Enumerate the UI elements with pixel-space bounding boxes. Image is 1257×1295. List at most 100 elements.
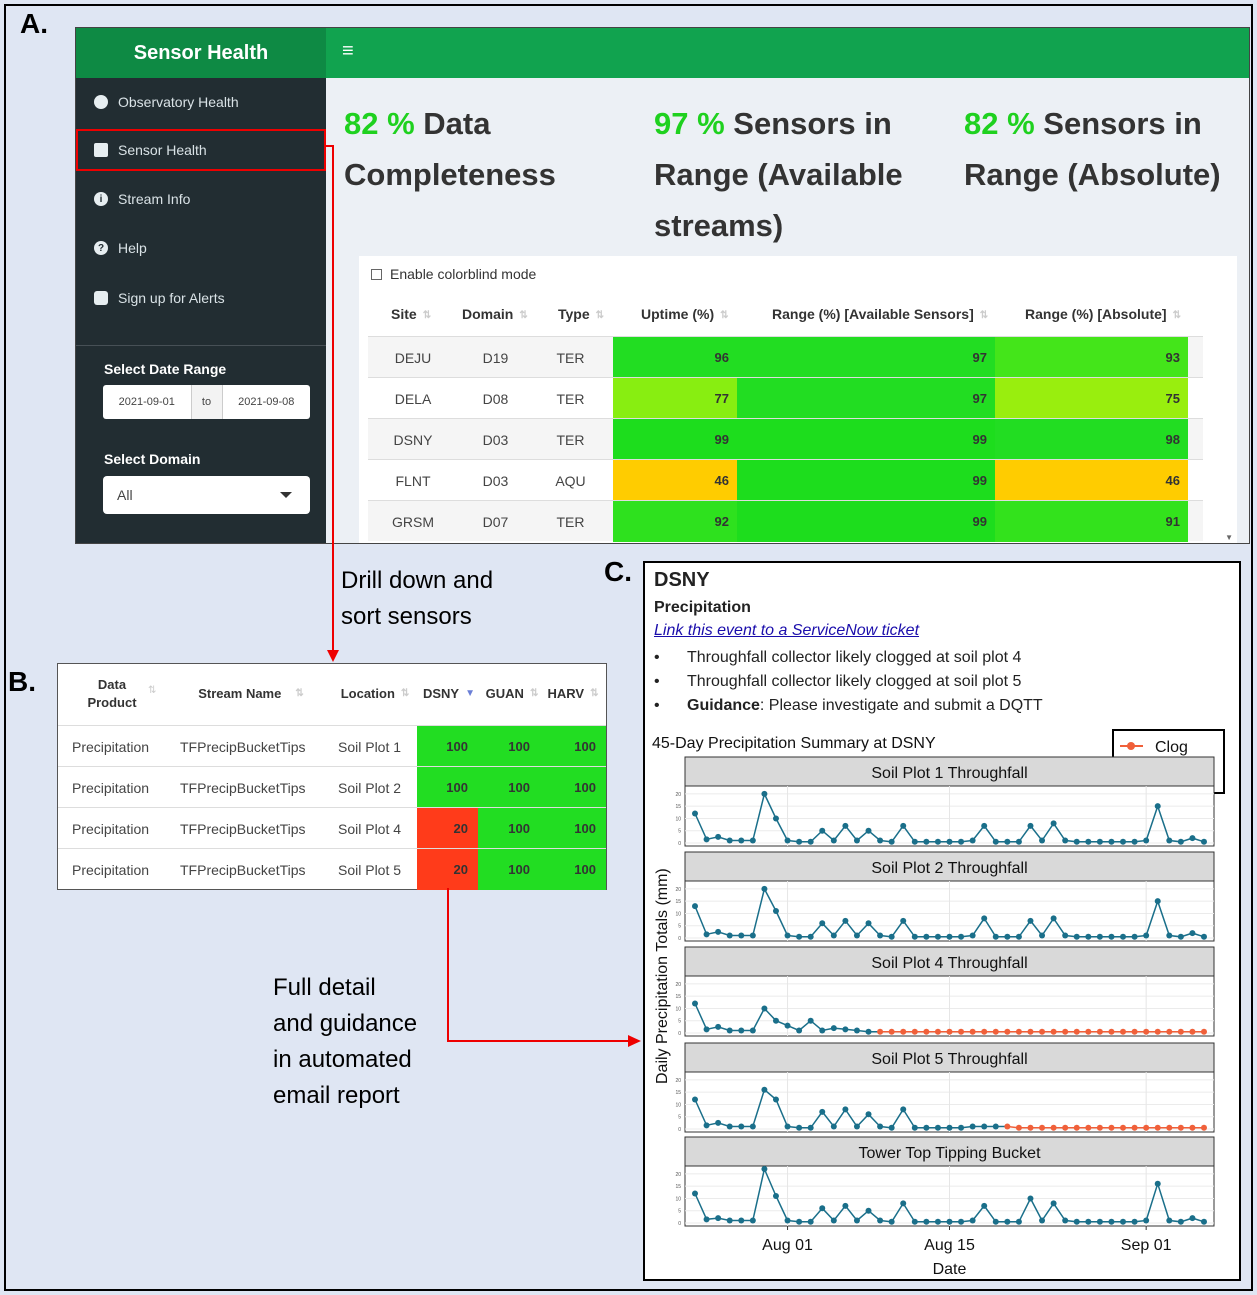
data-point-no-clog [715, 833, 722, 840]
y-tick-label: 20 [675, 887, 681, 893]
data-point-no-clog [958, 1124, 965, 1131]
data-point-no-clog [888, 838, 895, 845]
data-point-no-clog [1096, 933, 1103, 940]
data-point-no-clog [1062, 837, 1069, 844]
data-point-clog [1120, 1124, 1127, 1131]
data-point-no-clog [934, 1124, 941, 1131]
data-point-no-clog [1108, 838, 1115, 845]
data-point-no-clog [796, 1218, 803, 1225]
data-point-no-clog [1120, 838, 1127, 845]
data-point-clog [1120, 1028, 1127, 1035]
data-point-clog [1073, 1124, 1080, 1131]
data-point-no-clog [1131, 933, 1138, 940]
data-point-no-clog [1108, 1218, 1115, 1225]
data-point-no-clog [807, 1124, 814, 1131]
y-tick-label: 10 [675, 1196, 681, 1202]
data-point-no-clog [692, 1000, 698, 1007]
legend-label: Clog [1155, 739, 1188, 756]
data-point-no-clog [877, 837, 884, 844]
data-point-no-clog [819, 1205, 826, 1212]
x-tick-label: Sep 01 [1121, 1237, 1172, 1254]
data-point-no-clog [900, 917, 907, 924]
data-point-no-clog [1108, 933, 1115, 940]
data-point-clog [1108, 1028, 1115, 1035]
data-point-no-clog [830, 1025, 837, 1032]
y-tick-label: 0 [678, 936, 681, 942]
data-point-clog [1004, 1123, 1011, 1130]
data-point-no-clog [692, 1096, 698, 1103]
data-point-no-clog [692, 810, 698, 817]
data-point-no-clog [865, 1028, 872, 1035]
data-point-no-clog [761, 885, 768, 892]
data-point-no-clog [749, 837, 756, 844]
data-point-no-clog [853, 932, 860, 939]
data-point-no-clog [842, 1026, 849, 1033]
data-point-no-clog [1177, 838, 1184, 845]
data-point-no-clog [1004, 838, 1011, 845]
data-point-clog [969, 1028, 976, 1035]
data-point-no-clog [865, 827, 872, 834]
drill-down-arrow [325, 145, 334, 650]
data-point-no-clog [877, 932, 884, 939]
y-tick-label: 15 [675, 1090, 681, 1096]
data-point-no-clog [715, 1215, 722, 1222]
data-point-clog [1096, 1028, 1103, 1035]
y-tick-label: 0 [678, 841, 681, 847]
y-tick-label: 10 [675, 911, 681, 917]
data-point-no-clog [1062, 1217, 1069, 1224]
data-point-no-clog [981, 822, 988, 829]
data-point-no-clog [911, 1124, 918, 1131]
data-point-clog [1096, 1124, 1103, 1131]
data-point-no-clog [761, 1005, 768, 1012]
y-tick-label: 10 [675, 816, 681, 822]
data-point-clog [1143, 1028, 1150, 1035]
data-point-no-clog [830, 932, 837, 939]
data-point-no-clog [772, 1017, 779, 1024]
data-point-no-clog [946, 933, 953, 940]
data-point-no-clog [738, 1123, 745, 1130]
data-point-no-clog [819, 1108, 826, 1115]
data-point-no-clog [1073, 933, 1080, 940]
data-point-no-clog [1015, 933, 1022, 940]
data-point-no-clog [807, 1218, 814, 1225]
data-point-no-clog [738, 1027, 745, 1034]
x-tick-label: Aug 15 [924, 1237, 975, 1254]
data-point-no-clog [853, 1027, 860, 1034]
y-tick-label: 15 [675, 804, 681, 810]
data-point-clog [1062, 1028, 1069, 1035]
data-point-no-clog [934, 933, 941, 940]
data-point-no-clog [715, 1023, 722, 1030]
data-point-no-clog [1096, 1218, 1103, 1225]
data-point-no-clog [992, 838, 999, 845]
data-point-no-clog [807, 1017, 814, 1024]
y-tick-label: 5 [678, 1209, 681, 1215]
data-point-no-clog [923, 933, 930, 940]
data-point-no-clog [1177, 933, 1184, 940]
data-point-clog [911, 1028, 918, 1035]
data-point-clog [1201, 1028, 1207, 1035]
data-point-no-clog [1143, 1217, 1150, 1224]
data-point-no-clog [726, 1027, 733, 1034]
data-point-no-clog [1073, 838, 1080, 845]
data-point-no-clog [934, 1218, 941, 1225]
data-point-clog [1050, 1028, 1057, 1035]
data-point-no-clog [726, 1217, 733, 1224]
data-point-no-clog [761, 1086, 768, 1093]
data-point-clog [1073, 1028, 1080, 1035]
data-point-no-clog [1015, 1218, 1022, 1225]
data-point-no-clog [946, 1124, 953, 1131]
data-point-no-clog [865, 1207, 872, 1214]
data-point-no-clog [784, 932, 791, 939]
data-point-no-clog [784, 1022, 791, 1029]
data-point-no-clog [969, 837, 976, 844]
data-point-no-clog [749, 1027, 756, 1034]
data-point-no-clog [692, 903, 698, 910]
facet-panel: Tower Top Tipping Bucket 0 5 10 15 20 [675, 1136, 1215, 1227]
data-point-no-clog [900, 1106, 907, 1113]
y-tick-label: 10 [675, 1006, 681, 1012]
arrow-head-icon [628, 1035, 641, 1047]
data-point-clog [934, 1028, 941, 1035]
data-point-no-clog [1143, 837, 1150, 844]
data-point-no-clog [853, 1217, 860, 1224]
data-point-no-clog [692, 1190, 698, 1197]
